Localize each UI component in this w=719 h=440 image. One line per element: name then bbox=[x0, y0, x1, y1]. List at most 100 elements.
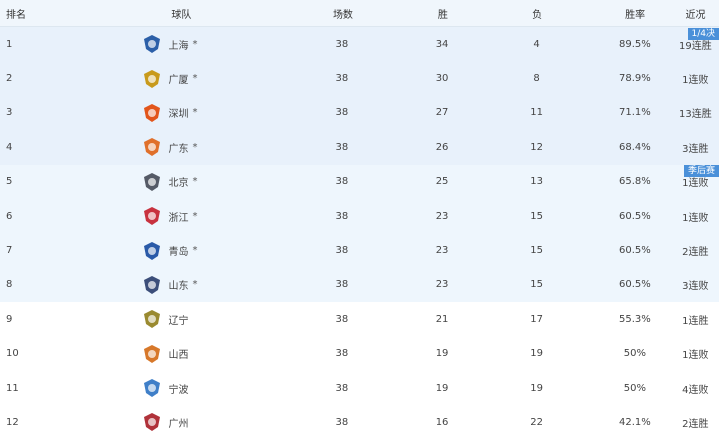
qualified-mark: * bbox=[192, 142, 197, 153]
win-cell: 34 bbox=[409, 39, 475, 50]
header-loss[interactable]: 负 bbox=[476, 6, 599, 21]
table-row[interactable]: 8山东*38231560.5%3连败 bbox=[0, 268, 719, 302]
team-logo-icon bbox=[142, 378, 162, 398]
rank-cell: 3 bbox=[0, 107, 32, 118]
qualified-mark: * bbox=[192, 107, 197, 118]
table-row[interactable]: 12广州38162242.1%2连胜 bbox=[0, 405, 719, 439]
team-name[interactable]: 广东 bbox=[168, 140, 188, 155]
win-cell: 21 bbox=[409, 314, 475, 325]
streak-cell: 1连败 bbox=[672, 209, 719, 224]
rank-cell: 11 bbox=[0, 383, 32, 394]
rate-cell: 89.5% bbox=[598, 39, 672, 50]
loss-cell: 17 bbox=[475, 314, 598, 325]
team-cell: 广州 bbox=[32, 412, 274, 432]
team-name[interactable]: 山西 bbox=[168, 346, 188, 361]
win-cell: 27 bbox=[409, 107, 475, 118]
team-cell: 广东 * bbox=[32, 137, 274, 157]
rank-cell: 2 bbox=[0, 73, 32, 84]
team-name[interactable]: 广州 bbox=[168, 415, 188, 430]
team-logo-icon bbox=[142, 412, 162, 432]
table-row[interactable]: 7青岛*38231560.5%2连胜 bbox=[0, 233, 719, 267]
team-logo-icon bbox=[142, 309, 162, 329]
win-cell: 23 bbox=[409, 279, 475, 290]
qualified-mark: * bbox=[192, 73, 197, 84]
win-cell: 23 bbox=[409, 211, 475, 222]
team-cell: 北京 * bbox=[32, 172, 274, 192]
rank-cell: 10 bbox=[0, 348, 32, 359]
table-row[interactable]: 10山西38191950%1连败 bbox=[0, 337, 719, 371]
rank-cell: 9 bbox=[0, 314, 32, 325]
rank-cell: 7 bbox=[0, 245, 32, 256]
rate-cell: 65.8% bbox=[598, 176, 672, 187]
loss-cell: 15 bbox=[475, 279, 598, 290]
table-row[interactable]: 11宁波38191950%4连败 bbox=[0, 371, 719, 405]
team-name[interactable]: 上海 bbox=[168, 37, 188, 52]
header-streak[interactable]: 近况 bbox=[672, 6, 719, 21]
loss-cell: 12 bbox=[475, 142, 598, 153]
table-row[interactable]: 4广东*38261268.4%3连胜 bbox=[0, 130, 719, 164]
team-name[interactable]: 北京 bbox=[168, 174, 188, 189]
rate-cell: 71.1% bbox=[598, 107, 672, 118]
table-row[interactable]: 1上海*3834489.5%19连胜 bbox=[0, 27, 719, 61]
team-cell: 宁波 bbox=[32, 378, 274, 398]
header-rate[interactable]: 胜率 bbox=[598, 6, 672, 21]
games-cell: 38 bbox=[275, 279, 409, 290]
games-cell: 38 bbox=[275, 39, 409, 50]
table-body: 1上海*3834489.5%19连胜2广厦*3830878.9%1连败3深圳*3… bbox=[0, 27, 719, 440]
playoff-tag: 季后赛 bbox=[684, 165, 719, 177]
team-logo-icon bbox=[142, 34, 162, 54]
team-name[interactable]: 深圳 bbox=[168, 105, 188, 120]
team-name[interactable]: 广厦 bbox=[168, 71, 188, 86]
rate-cell: 50% bbox=[598, 383, 672, 394]
rank-cell: 5 bbox=[0, 176, 32, 187]
win-cell: 30 bbox=[409, 73, 475, 84]
win-cell: 23 bbox=[409, 245, 475, 256]
table-row[interactable]: 2广厦*3830878.9%1连败 bbox=[0, 61, 719, 95]
rate-cell: 60.5% bbox=[598, 279, 672, 290]
loss-cell: 15 bbox=[475, 245, 598, 256]
streak-cell: 2连胜 bbox=[672, 243, 719, 258]
streak-cell: 3连胜 bbox=[672, 140, 719, 155]
qualified-mark: * bbox=[192, 176, 197, 187]
streak-cell: 1连败 bbox=[672, 346, 719, 361]
header-win[interactable]: 胜 bbox=[410, 6, 476, 21]
team-logo-icon bbox=[142, 206, 162, 226]
team-logo-icon bbox=[142, 69, 162, 89]
table-row[interactable]: 6浙江*38231560.5%1连败 bbox=[0, 199, 719, 233]
table-row[interactable]: 5北京*38251365.8%1连败 bbox=[0, 165, 719, 199]
rate-cell: 68.4% bbox=[598, 142, 672, 153]
header-rank[interactable]: 排名 bbox=[0, 6, 32, 21]
team-cell: 山东* bbox=[32, 275, 274, 295]
streak-cell: 13连胜 bbox=[672, 105, 719, 120]
games-cell: 38 bbox=[275, 142, 409, 153]
team-cell: 上海 * bbox=[32, 34, 274, 54]
streak-cell: 3连败 bbox=[672, 277, 719, 292]
team-name[interactable]: 辽宁 bbox=[168, 312, 188, 327]
streak-cell: 2连胜 bbox=[672, 415, 719, 430]
table-row[interactable]: 3深圳*38271171.1%13连胜 bbox=[0, 96, 719, 130]
table-row[interactable]: 9辽宁38211755.3%1连胜 bbox=[0, 302, 719, 336]
rank-cell: 1 bbox=[0, 39, 32, 50]
team-name[interactable]: 青岛 bbox=[168, 243, 188, 258]
qualified-mark: * bbox=[192, 39, 197, 50]
games-cell: 38 bbox=[275, 383, 409, 394]
streak-cell: 1连败 bbox=[672, 71, 719, 86]
header-games[interactable]: 场数 bbox=[276, 6, 410, 21]
header-team[interactable]: 球队 bbox=[32, 6, 276, 21]
games-cell: 38 bbox=[275, 107, 409, 118]
win-cell: 19 bbox=[409, 348, 475, 359]
rate-cell: 55.3% bbox=[598, 314, 672, 325]
rate-cell: 78.9% bbox=[598, 73, 672, 84]
loss-cell: 13 bbox=[475, 176, 598, 187]
games-cell: 38 bbox=[275, 73, 409, 84]
team-name[interactable]: 宁波 bbox=[168, 381, 188, 396]
win-cell: 26 bbox=[409, 142, 475, 153]
standings-table: 排名 球队 场数 胜 负 胜率 近况 1上海*3834489.5%19连胜2广厦… bbox=[0, 0, 719, 440]
rank-cell: 6 bbox=[0, 211, 32, 222]
team-logo-icon bbox=[142, 103, 162, 123]
rank-cell: 12 bbox=[0, 417, 32, 428]
team-name[interactable]: 浙江 bbox=[168, 209, 188, 224]
win-cell: 25 bbox=[409, 176, 475, 187]
loss-cell: 4 bbox=[475, 39, 598, 50]
team-name[interactable]: 山东 bbox=[168, 277, 188, 292]
